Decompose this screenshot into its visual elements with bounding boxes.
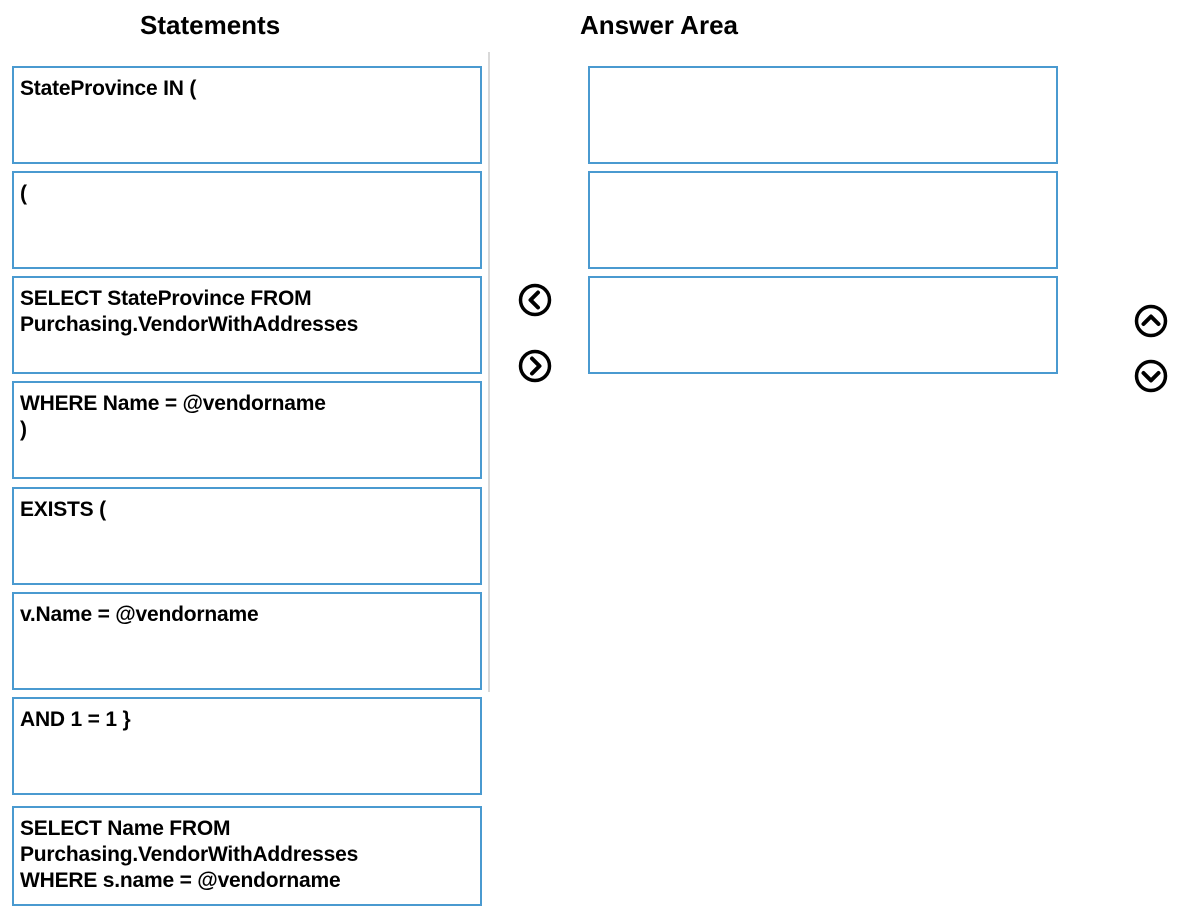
answer-slot-3[interactable]: [588, 276, 1058, 374]
move-left-button[interactable]: [518, 283, 552, 317]
statement-text: (: [20, 182, 27, 205]
statement-text: v.Name = @vendorname: [20, 603, 259, 626]
statement-item-7[interactable]: AND 1 = 1 }: [12, 697, 482, 795]
statement-item-5[interactable]: EXISTS (: [12, 487, 482, 585]
statement-text: AND 1 = 1 }: [20, 708, 131, 731]
statement-item-8[interactable]: SELECT Name FROM Purchasing.VendorWithAd…: [12, 806, 482, 906]
column-divider: [488, 52, 490, 692]
statement-item-3[interactable]: SELECT StateProvince FROM Purchasing.Ven…: [12, 276, 482, 374]
statement-item-1[interactable]: StateProvince IN (: [12, 66, 482, 164]
statement-item-4[interactable]: WHERE Name = @vendorname ): [12, 381, 482, 479]
answer-slot-1[interactable]: [588, 66, 1058, 164]
answer-area-heading: Answer Area: [580, 10, 738, 40]
statement-item-2[interactable]: (: [12, 171, 482, 269]
chevron-right-circle-icon: [518, 349, 552, 383]
move-up-button[interactable]: [1134, 304, 1168, 338]
chevron-up-circle-icon: [1134, 304, 1168, 338]
statement-text: SELECT StateProvince FROM Purchasing.Ven…: [20, 287, 359, 336]
statement-item-6[interactable]: v.Name = @vendorname: [12, 592, 482, 690]
move-right-button[interactable]: [518, 349, 552, 383]
move-down-button[interactable]: [1134, 359, 1168, 393]
statement-text: StateProvince IN (: [20, 77, 197, 100]
chevron-left-circle-icon: [518, 283, 552, 317]
statement-text: SELECT Name FROM Purchasing.VendorWithAd…: [20, 817, 359, 892]
statement-text: WHERE Name = @vendorname ): [20, 392, 326, 441]
answer-slot-2[interactable]: [588, 171, 1058, 269]
statement-text: EXISTS (: [20, 498, 106, 521]
chevron-down-circle-icon: [1134, 359, 1168, 393]
statements-heading: Statements: [140, 10, 281, 40]
